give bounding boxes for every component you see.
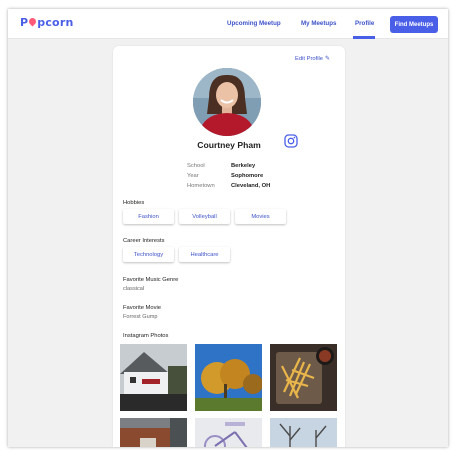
app-window: Ppcorn Upcoming Meetup My Meetups Profil… (8, 9, 448, 447)
info-row-hometown: Hometown Cleveland, OH (187, 183, 270, 189)
edit-profile-link[interactable]: Edit Profile ✎ (295, 55, 330, 62)
instagram-photo-brick-wall[interactable] (120, 418, 187, 447)
info-label-school: School (187, 163, 205, 169)
instagram-photo-autumn-tree[interactable] (195, 344, 262, 411)
edit-profile-label: Edit Profile (295, 56, 324, 62)
profile-card: Edit Profile✎ Courtney Pham SchoolBerk (113, 46, 345, 447)
avatar (193, 68, 261, 136)
instagram-icon[interactable] (284, 134, 298, 148)
music-genre-title: Favorite Music Genre (123, 277, 179, 283)
find-meetups-button[interactable]: Find Meetups (390, 16, 438, 33)
favorite-movie-value: Forrest Gump (123, 314, 158, 320)
hobby-chip-volleyball[interactable]: Volleyball (179, 209, 230, 224)
instagram-photos-title: Instagram Photos (123, 333, 169, 339)
hobby-chip-fashion[interactable]: Fashion (123, 209, 174, 224)
instagram-photo-fries[interactable] (270, 344, 337, 411)
nav-link-upcoming-meetup[interactable]: Upcoming Meetup (227, 20, 281, 27)
career-chip-technology[interactable]: Technology (123, 247, 174, 262)
info-value-school: Berkeley (231, 163, 256, 169)
logo-text-p: P (20, 16, 29, 29)
top-navbar: Ppcorn Upcoming Meetup My Meetups Profil… (8, 9, 448, 39)
info-row-school: School Berkeley (187, 163, 255, 169)
instagram-photo-bare-trees[interactable] (270, 418, 337, 447)
info-label-hometown: Hometown (187, 183, 215, 189)
pencil-icon: ✎ (325, 56, 331, 62)
logo-text-rest: pcorn (37, 16, 74, 29)
hobbies-title: Hobbies (123, 200, 145, 206)
instagram-photo-bicycle[interactable] (195, 418, 262, 447)
app-logo[interactable]: Ppcorn (20, 16, 73, 29)
instagram-photo-house[interactable] (120, 344, 187, 411)
career-interests-title: Career Interests (123, 238, 165, 244)
profile-name: Courtney Pham (197, 140, 261, 150)
info-row-year: Year Sophomore (187, 173, 263, 179)
nav-link-my-meetups[interactable]: My Meetups (301, 20, 336, 27)
info-value-year: Sophomore (231, 173, 264, 179)
music-genre-value: classical (123, 286, 145, 292)
career-chip-healthcare[interactable]: Healthcare (179, 247, 230, 262)
favorite-movie-title: Favorite Movie (123, 305, 162, 311)
info-value-hometown: Cleveland, OH (231, 183, 271, 189)
active-tab-indicator (353, 36, 375, 39)
hobby-chip-movies[interactable]: Movies (235, 209, 286, 224)
info-label-year: Year (187, 173, 199, 179)
nav-link-profile[interactable]: Profile (355, 20, 374, 27)
